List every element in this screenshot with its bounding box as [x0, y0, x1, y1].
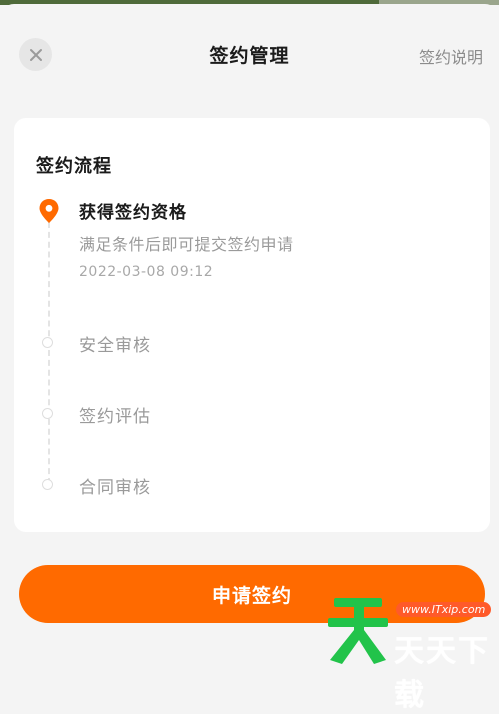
watermark-logo: www.ITxip.com 天天下载: [328, 590, 499, 713]
step-title: 获得签约资格: [79, 203, 187, 223]
circle-dot-icon: [42, 337, 53, 348]
watermark-brand: 天天下载: [394, 634, 490, 713]
step-title: 合同审核: [79, 478, 151, 498]
step-timestamp: 2022-03-08 09:12: [79, 264, 214, 280]
location-pin-icon: [39, 199, 59, 223]
step-title: 签约评估: [79, 407, 151, 427]
step-description: 满足条件后即可提交签约申请: [79, 235, 294, 254]
watermark-url: www.ITxip.com: [396, 602, 492, 617]
sign-process-card: 签约流程 获得签约资格 满足条件后即可提交签约申请 2022-03-08 09:…: [14, 118, 490, 532]
timeline-connector: [48, 222, 50, 484]
bottom-sheet: 签约管理 签约说明 签约流程 获得签约资格 满足条件后即可提交签约申请 2022…: [0, 4, 499, 666]
circle-dot-icon: [42, 408, 53, 419]
circle-dot-icon: [42, 479, 53, 490]
step-title: 安全审核: [79, 336, 151, 356]
sign-explanation-link[interactable]: 签约说明: [419, 44, 483, 68]
card-title: 签约流程: [36, 156, 112, 177]
